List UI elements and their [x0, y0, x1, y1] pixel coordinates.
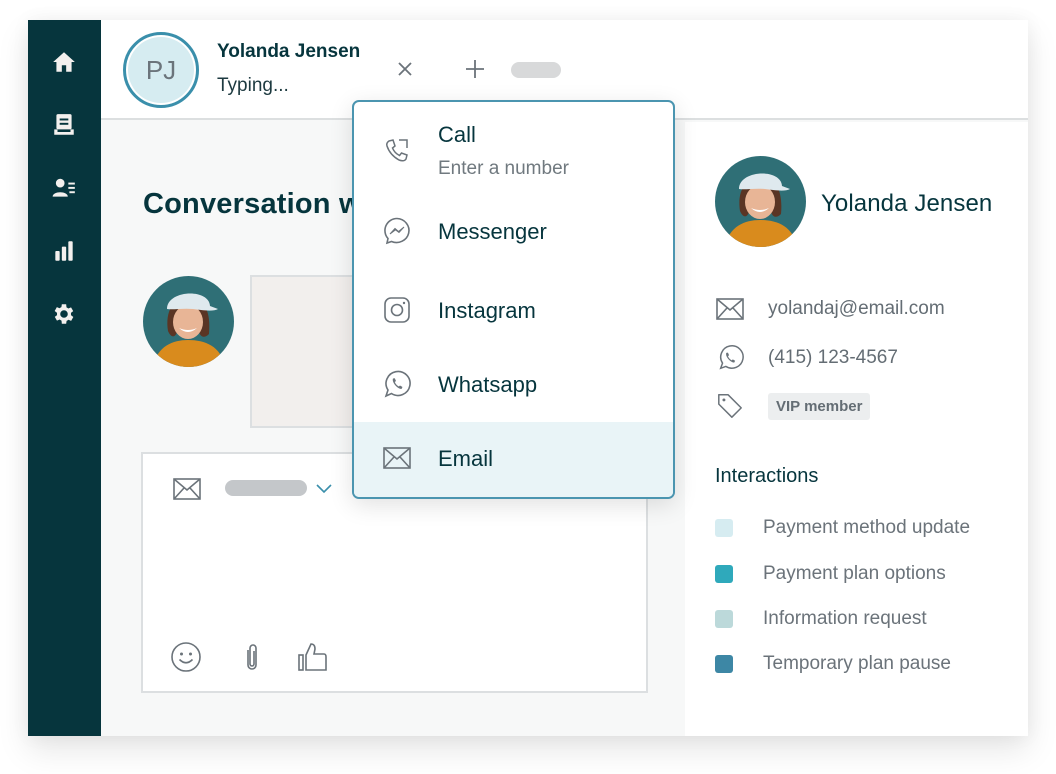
customer-avatar — [143, 276, 234, 367]
plus-icon — [466, 60, 484, 78]
whatsapp-icon — [384, 370, 411, 398]
menu-item-instagram[interactable]: Instagram — [354, 278, 673, 356]
interaction-label: Payment plan options — [763, 563, 946, 584]
phone-icon — [386, 139, 408, 162]
channel-selector-value[interactable] — [225, 480, 307, 496]
sidebar — [28, 20, 101, 736]
interactions-title: Interactions — [715, 465, 819, 487]
mail-icon — [173, 478, 201, 500]
mail-icon — [716, 298, 744, 320]
contact-list-icon — [52, 178, 75, 197]
interaction-label: Information request — [763, 608, 927, 629]
close-icon — [398, 62, 412, 76]
contact-initials-avatar[interactable]: PJ — [123, 32, 199, 108]
sidebar-item-settings[interactable] — [50, 300, 78, 328]
profile-phone[interactable]: (415) 123-4567 — [768, 347, 898, 369]
profile-email-row: yolandaj@email.com — [715, 294, 945, 324]
menu-item-sublabel: Enter a number — [438, 158, 569, 179]
sidebar-item-home[interactable] — [50, 48, 78, 76]
sidebar-item-reports[interactable] — [50, 237, 78, 265]
menu-item-call[interactable]: Call Enter a number — [354, 102, 673, 200]
profile-phone-row: (415) 123-4567 — [715, 343, 898, 373]
interaction-swatch — [715, 565, 733, 583]
bar-chart-icon — [55, 241, 73, 261]
home-icon — [53, 52, 75, 72]
profile-avatar — [715, 156, 806, 247]
messenger-icon — [384, 217, 410, 245]
profile-photo — [715, 156, 806, 247]
interaction-item[interactable]: Information request — [715, 608, 927, 630]
close-button[interactable] — [393, 57, 417, 81]
menu-item-label: Instagram — [438, 298, 536, 323]
interaction-swatch — [715, 655, 733, 673]
interaction-item[interactable]: Payment plan options — [715, 563, 946, 585]
profile-name: Yolanda Jensen — [821, 190, 993, 217]
instagram-icon — [384, 297, 410, 323]
sidebar-item-inbox[interactable] — [50, 111, 78, 139]
placeholder-pill — [511, 62, 561, 78]
inbox-tray-icon — [54, 114, 74, 135]
menu-item-whatsapp[interactable]: Whatsapp — [354, 356, 673, 422]
interaction-item[interactable]: Temporary plan pause — [715, 653, 951, 675]
add-channel-button[interactable] — [463, 57, 487, 81]
interaction-item[interactable]: Payment method update — [715, 517, 970, 539]
vip-badge: VIP member — [768, 392, 871, 420]
menu-item-label: Email — [438, 446, 494, 471]
sidebar-item-contacts[interactable] — [50, 174, 78, 202]
menu-item-label: Call — [438, 122, 476, 147]
channel-menu: Call Enter a number Messenger Instagram … — [352, 100, 675, 499]
contact-profile-panel: Yolanda Jensen yolandaj@email.com (415) … — [685, 122, 1028, 736]
interaction-label: Temporary plan pause — [763, 653, 951, 674]
gear-icon — [54, 304, 74, 324]
thumbs-up-icon[interactable] — [296, 640, 330, 674]
tag-icon — [718, 394, 742, 418]
typing-status: Typing... — [217, 75, 289, 96]
menu-item-messenger[interactable]: Messenger — [354, 200, 673, 278]
profile-email[interactable]: yolandaj@email.com — [768, 298, 945, 320]
whatsapp-icon — [719, 345, 744, 370]
menu-item-label: Whatsapp — [438, 372, 538, 397]
interaction-swatch — [715, 519, 733, 537]
contact-name: Yolanda Jensen — [217, 41, 361, 62]
interaction-label: Payment method update — [763, 517, 971, 538]
profile-tag-row: VIP member — [715, 391, 871, 421]
interaction-swatch — [715, 610, 733, 628]
menu-item-email[interactable]: Email — [354, 422, 673, 497]
avatar-initials: PJ — [145, 54, 177, 85]
menu-item-label: Messenger — [438, 219, 547, 244]
customer-photo — [143, 276, 234, 367]
chevron-down-icon[interactable] — [315, 480, 333, 496]
mail-icon — [383, 447, 411, 469]
smiley-icon[interactable] — [169, 640, 203, 674]
paperclip-icon[interactable] — [235, 640, 269, 674]
